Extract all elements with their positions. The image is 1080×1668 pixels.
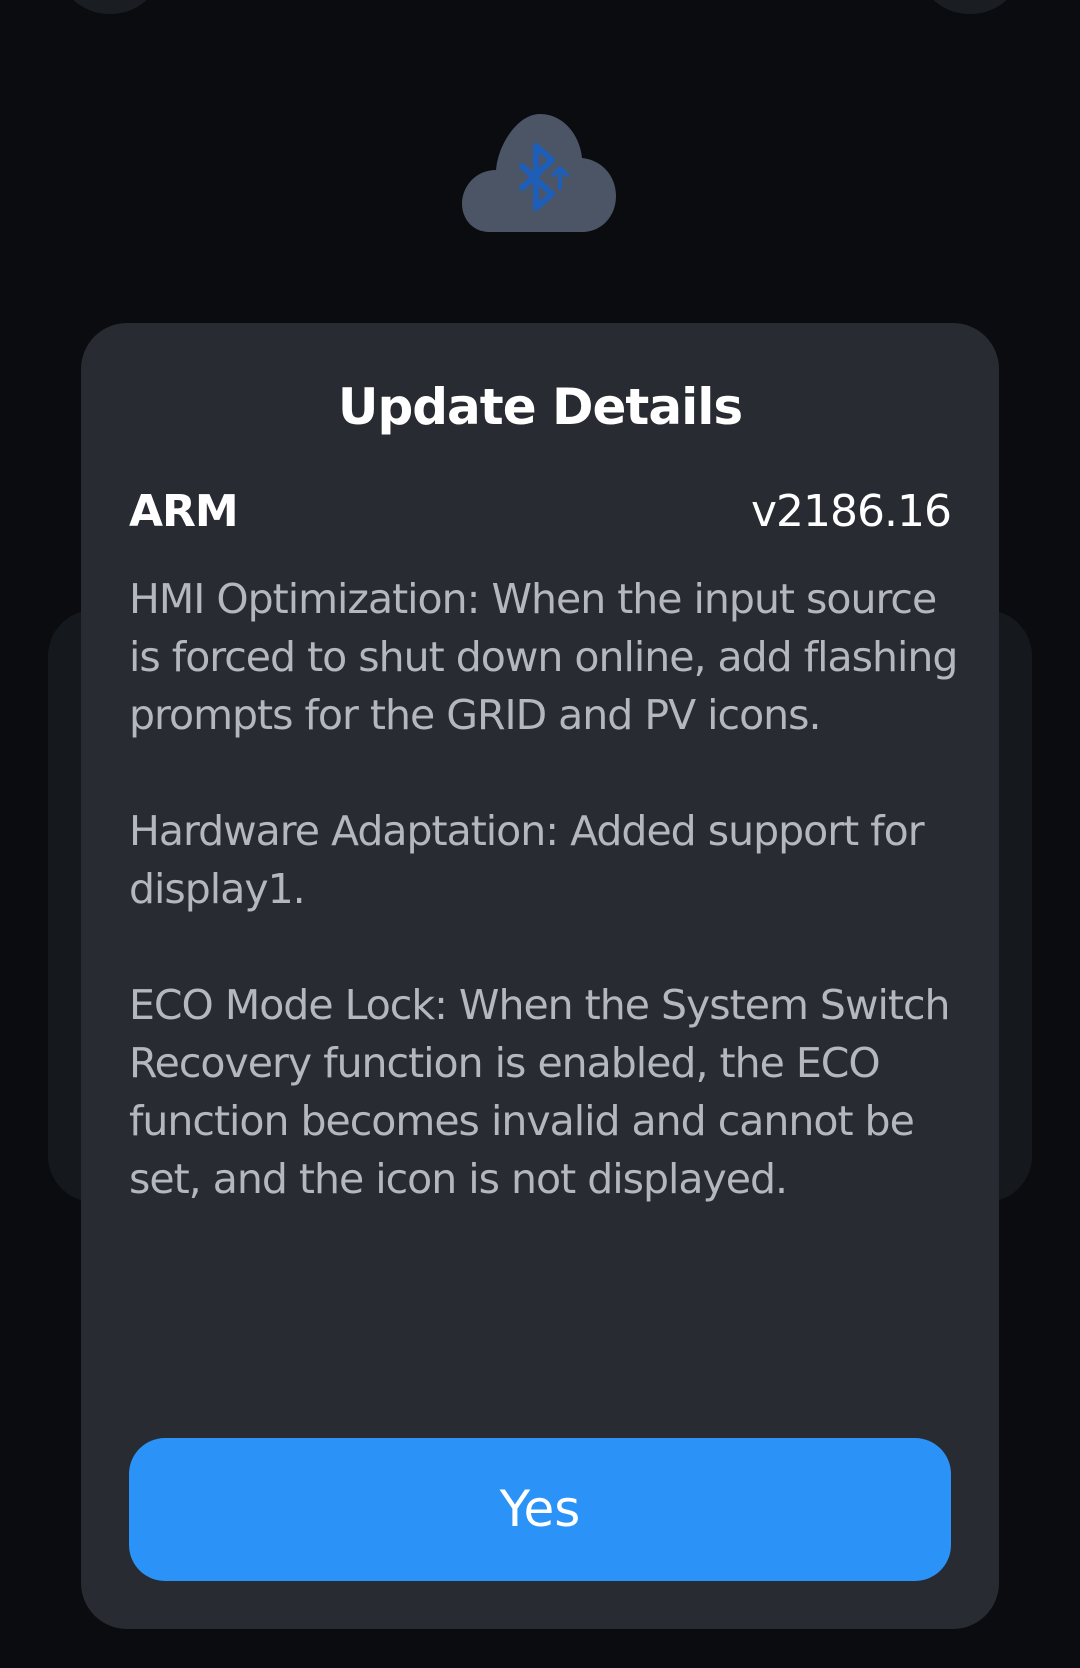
release-note: HMI Optimization: When the input source … [129,575,958,739]
dialog-title: Update Details [337,378,743,436]
module-version-row: ARM v2186.16 [129,482,952,542]
release-note: ECO Mode Lock: When the System Switch Re… [129,981,950,1203]
release-note: Hardware Adaptation: Added support for d… [129,807,925,913]
cloud-icon [462,114,616,232]
update-screen: Update Details ARM v2186.16 HMI Optimiza… [0,0,1080,1668]
module-version: v2186.16 [751,486,952,537]
background-control-right [922,0,1018,14]
bluetooth-cloud-upload-icon [460,108,620,234]
background-control-left [62,0,158,14]
release-notes: HMI Optimization: When the input source … [129,570,959,1266]
yes-button[interactable]: Yes [129,1438,951,1581]
module-name: ARM [129,486,239,537]
